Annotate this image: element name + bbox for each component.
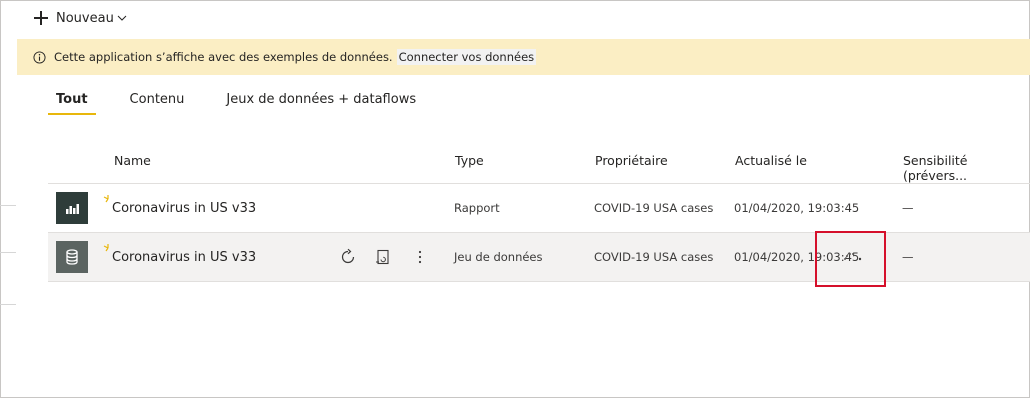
item-sensitivity: — bbox=[902, 201, 914, 215]
item-name[interactable]: Coronavirus in US v33 bbox=[112, 184, 256, 232]
left-edge-strip bbox=[0, 0, 16, 400]
table-header: Name Type Propriétaire Actualisé le Sens… bbox=[48, 140, 1030, 184]
column-header-refreshed[interactable]: Actualisé le bbox=[735, 153, 807, 168]
content-table: Name Type Propriétaire Actualisé le Sens… bbox=[48, 140, 1030, 282]
item-name[interactable]: Coronavirus in US v33 bbox=[112, 233, 256, 281]
more-options-icon[interactable] bbox=[410, 233, 430, 281]
table-row[interactable]: Coronavirus in US v33 Rapport COVID-19 U… bbox=[48, 184, 1030, 233]
tab-datasets-dataflows[interactable]: Jeux de données + dataflows bbox=[218, 90, 424, 114]
column-header-sensitivity[interactable]: Sensibilité (prévers... bbox=[903, 153, 1030, 183]
item-type: Jeu de données bbox=[454, 250, 543, 264]
item-refreshed: 01/04/2020, 19:03:45 bbox=[734, 250, 860, 264]
divider bbox=[0, 205, 16, 206]
sample-data-banner: Cette application s’affiche avec des exe… bbox=[17, 39, 1030, 75]
plus-icon bbox=[34, 11, 48, 25]
tab-all[interactable]: Tout bbox=[48, 90, 96, 115]
item-refreshed: 01/04/2020, 19:03:45 bbox=[734, 201, 860, 215]
content-tabs: Tout Contenu Jeux de données + dataflows bbox=[48, 90, 450, 116]
new-button-label: Nouveau bbox=[56, 10, 114, 26]
column-header-owner[interactable]: Propriétaire bbox=[595, 153, 668, 168]
report-icon bbox=[56, 192, 88, 224]
dataset-icon bbox=[56, 241, 88, 273]
refresh-spinner-icon bbox=[844, 253, 862, 261]
chevron-down-icon bbox=[117, 15, 127, 21]
column-header-type[interactable]: Type bbox=[455, 153, 484, 168]
connect-data-link[interactable]: Connecter vos données bbox=[396, 49, 537, 65]
refresh-icon[interactable] bbox=[338, 233, 358, 281]
item-sensitivity: — bbox=[902, 250, 914, 264]
schedule-refresh-icon[interactable] bbox=[373, 233, 393, 281]
item-owner: COVID-19 USA cases bbox=[594, 201, 714, 215]
banner-message: Cette application s’affiche avec des exe… bbox=[54, 50, 393, 64]
column-header-name[interactable]: Name bbox=[114, 153, 151, 168]
item-owner: COVID-19 USA cases bbox=[594, 250, 714, 264]
item-type: Rapport bbox=[454, 201, 500, 215]
table-row[interactable]: Coronavirus in US v33 Jeu de données COV… bbox=[48, 233, 1030, 282]
info-icon bbox=[33, 50, 46, 64]
tab-content[interactable]: Contenu bbox=[122, 90, 193, 114]
new-button[interactable]: Nouveau bbox=[34, 8, 127, 28]
divider bbox=[0, 304, 16, 305]
divider bbox=[0, 252, 16, 253]
